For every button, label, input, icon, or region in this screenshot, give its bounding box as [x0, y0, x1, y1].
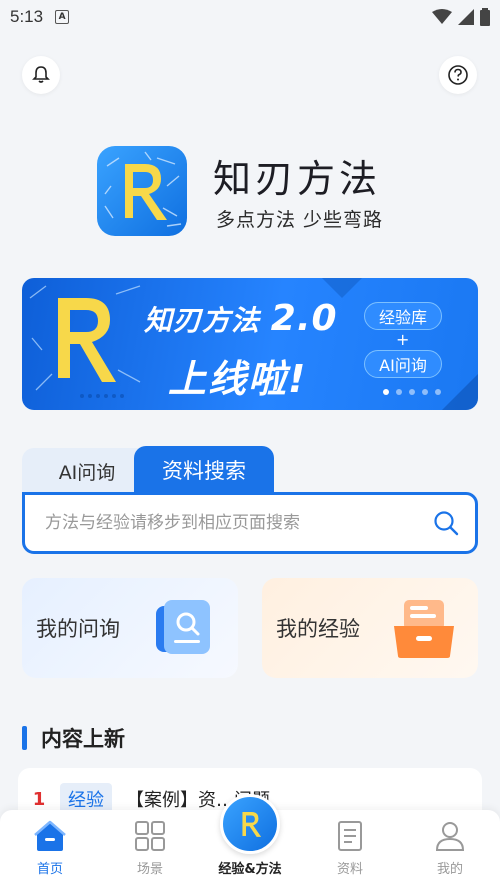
section-bar [22, 726, 27, 750]
pager-dot[interactable] [422, 389, 428, 395]
section-title: 内容上新 [22, 724, 125, 752]
nav-data-label: 资料 [336, 862, 363, 877]
question-icon [448, 65, 468, 85]
grid-icon [135, 821, 165, 851]
banner-title-text: 知刃方法 [144, 304, 261, 337]
status-time: 5:13 [10, 7, 44, 26]
experience-box-icon [394, 600, 454, 658]
bell-icon [32, 66, 50, 83]
banner-pager [383, 389, 441, 395]
banner-tag-ai: AI问询 [364, 350, 442, 378]
help-button[interactable] [439, 56, 477, 94]
banner-plus: + [396, 330, 410, 349]
brand-slogan: 多点方法 少些弯路 [216, 209, 384, 231]
nav-scene[interactable]: 场景 [110, 820, 190, 877]
pager-dot[interactable] [435, 389, 441, 395]
pager-dot[interactable] [396, 389, 402, 395]
brand-title: 知刃方法 [213, 157, 382, 201]
nav-me-label: 我的 [436, 862, 463, 877]
logo-r-icon [104, 151, 182, 227]
nav-scene-label: 场景 [136, 862, 163, 877]
my-inquiry-card[interactable]: 我的问询 [22, 578, 238, 678]
nav-home[interactable]: 首页 [10, 820, 90, 877]
signal-icon [458, 9, 474, 25]
nav-experience-method[interactable]: 经验&方法 [210, 794, 290, 877]
tab-data-search[interactable]: 资料搜索 [134, 446, 274, 494]
search-box [22, 492, 478, 554]
promo-banner[interactable]: 知刃方法 2.0 上线啦! 经验库 + AI问询 [22, 278, 478, 410]
banner-title: 知刃方法 2.0 [144, 298, 338, 339]
status-bar: 5:13 A [0, 0, 500, 34]
my-experience-card[interactable]: 我的经验 [262, 578, 478, 678]
nav-me[interactable]: 我的 [410, 820, 490, 877]
home-icon [34, 820, 66, 851]
inquiry-book-icon [156, 600, 210, 654]
battery-icon [480, 8, 490, 26]
my-inquiry-label: 我的问询 [36, 617, 120, 641]
document-icon [338, 821, 362, 851]
my-experience-label: 我的经验 [276, 617, 360, 641]
center-logo-button[interactable] [220, 794, 280, 854]
pager-dot[interactable] [383, 389, 389, 395]
nav-data[interactable]: 资料 [310, 820, 390, 877]
banner-subtitle: 上线啦! [168, 357, 308, 401]
search-input[interactable] [45, 513, 433, 533]
bottom-nav: 首页 场景 经验&方法 资料 我的 [0, 794, 500, 888]
pager-dot[interactable] [409, 389, 415, 395]
app-logo [97, 146, 187, 236]
search-tabs: AI问询 资料搜索 [22, 446, 478, 494]
tab-ai-inquiry[interactable]: AI问询 [22, 448, 152, 494]
notification-button[interactable] [22, 56, 60, 94]
wifi-icon [432, 9, 452, 24]
banner-tag-experience: 经验库 [364, 302, 442, 330]
nav-home-label: 首页 [36, 862, 63, 877]
notification-a-icon: A [55, 10, 70, 24]
user-icon [435, 822, 465, 851]
logo-r-icon [242, 812, 262, 837]
status-right [432, 8, 490, 26]
banner-version: 2.0 [270, 298, 338, 339]
section-title-text: 内容上新 [41, 727, 125, 751]
search-icon[interactable] [433, 510, 459, 536]
nav-center-label: 经验&方法 [218, 862, 282, 877]
rank-number: 1 [32, 788, 46, 810]
